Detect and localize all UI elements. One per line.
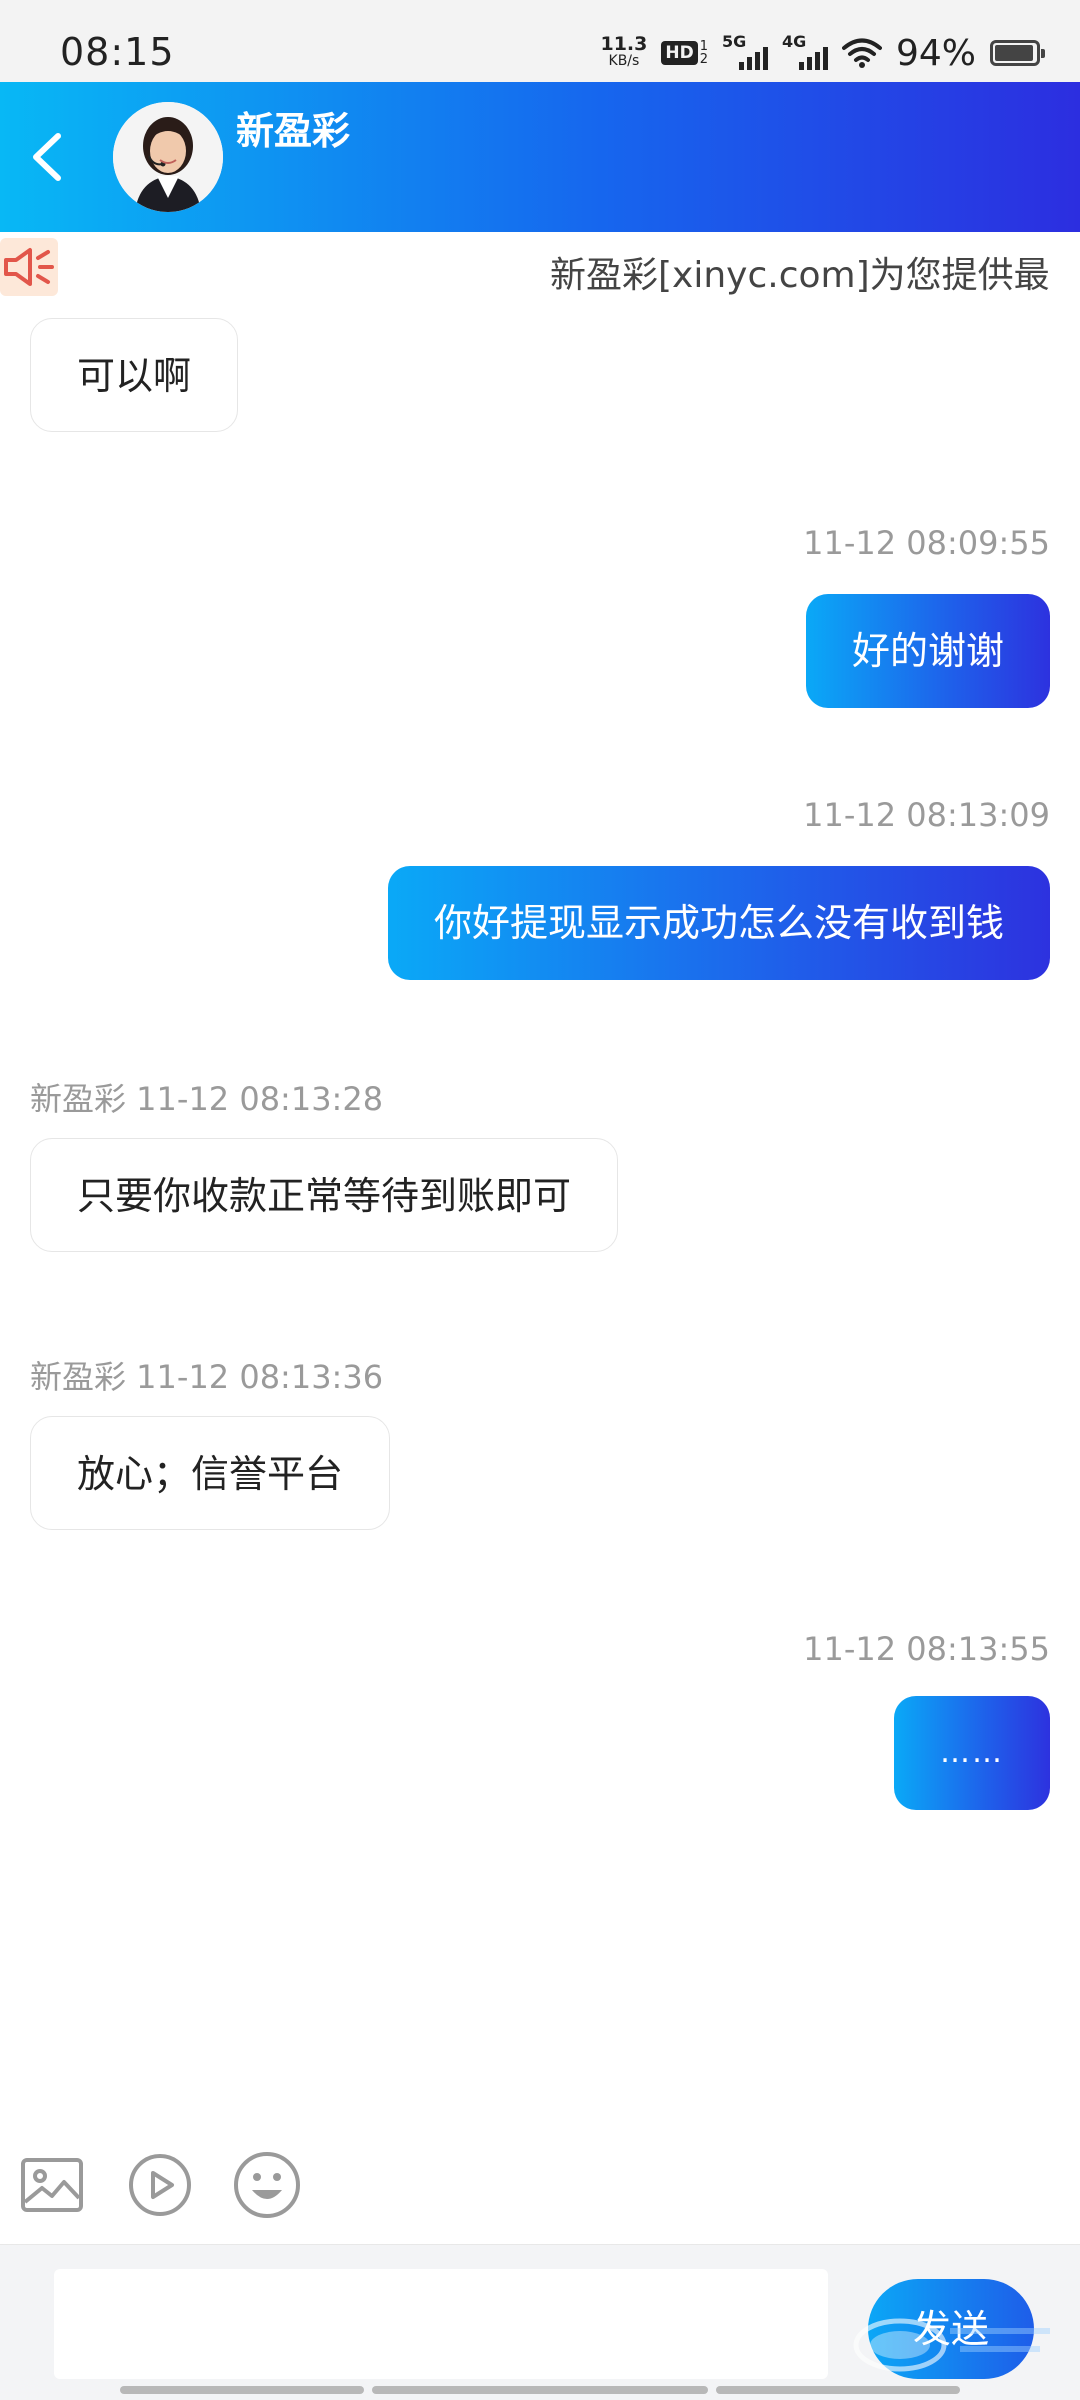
nav-indicator-right xyxy=(716,2386,960,2394)
video-play-icon xyxy=(129,2154,191,2216)
message-list[interactable]: 可以啊 11-12 08:09:55 好的谢谢 11-12 08:13:09 你… xyxy=(0,304,1080,2144)
attachment-toolbar xyxy=(0,2150,1080,2240)
message-timestamp: 11-12 08:13:55 xyxy=(803,1630,1050,1668)
battery-percent: 94% xyxy=(895,32,976,74)
message-sender-timestamp: 新盈彩 11-12 08:13:36 xyxy=(30,1358,384,1396)
avatar[interactable] xyxy=(113,102,223,212)
battery-level xyxy=(995,45,1033,61)
signal-bars xyxy=(738,47,768,70)
hd-label: HD xyxy=(661,41,698,65)
image-icon xyxy=(21,2158,83,2212)
network-speed: 11.3 KB/s xyxy=(600,33,648,70)
nav-indicator-center xyxy=(372,2386,708,2394)
message-bubble-outgoing[interactable]: 好的谢谢 xyxy=(805,594,1050,708)
emoji-icon xyxy=(234,2152,300,2218)
message-bubble-incoming[interactable]: 可以啊 xyxy=(30,318,239,432)
chevron-left-icon xyxy=(33,133,61,181)
status-time: 08:15 xyxy=(60,30,175,74)
back-button[interactable] xyxy=(18,122,78,192)
message-bubble-incoming[interactable]: 放心；信誉平台 xyxy=(30,1416,391,1530)
message-bubble-outgoing[interactable]: 你好提现显示成功怎么没有收到钱 xyxy=(387,866,1050,980)
network-speed-value: 11.3 xyxy=(600,33,648,55)
signal-4g-icon: 4G xyxy=(782,32,828,70)
hd-voice-icon: HD 1 2 xyxy=(661,40,708,66)
network-speed-unit: KB/s xyxy=(608,53,640,69)
hd-sub-bottom: 2 xyxy=(699,52,708,67)
send-button[interactable]: 发送 xyxy=(868,2279,1034,2379)
message-bubble-outgoing[interactable]: …… xyxy=(894,1696,1050,1810)
chat-title: 新盈彩 xyxy=(236,109,351,153)
announcement-text: 新盈彩[xinyc.com]为您提供最 xyxy=(550,255,1050,296)
hd-sim-indicator: 1 2 xyxy=(700,40,708,66)
message-bubble-incoming[interactable]: 只要你收款正常等待到账即可 xyxy=(30,1138,619,1252)
status-bar: 08:15 11.3 KB/s HD 1 2 5G 4G 94% xyxy=(0,0,1080,82)
video-button[interactable] xyxy=(125,2150,195,2220)
nav-indicator-left xyxy=(120,2386,364,2394)
megaphone-icon xyxy=(0,238,58,296)
composer: 发送 xyxy=(0,2244,1080,2400)
wifi-icon xyxy=(841,38,882,68)
signal-5g-icon: 5G xyxy=(722,32,768,70)
image-button[interactable] xyxy=(18,2150,88,2220)
message-input[interactable] xyxy=(54,2269,828,2379)
message-timestamp: 11-12 08:09:55 xyxy=(803,524,1050,562)
announcement-bar: 新盈彩[xinyc.com]为您提供最 xyxy=(0,232,1080,304)
message-timestamp: 11-12 08:13:09 xyxy=(803,796,1050,834)
chat-header: 新盈彩 xyxy=(0,82,1080,232)
message-sender-timestamp: 新盈彩 11-12 08:13:28 xyxy=(30,1080,384,1118)
emoji-button[interactable] xyxy=(232,2150,302,2220)
battery-icon xyxy=(990,40,1045,66)
agent-avatar-icon xyxy=(113,102,223,212)
status-indicators: 11.3 KB/s HD 1 2 5G 4G 94% xyxy=(600,28,1045,78)
signal-bars xyxy=(798,47,828,70)
